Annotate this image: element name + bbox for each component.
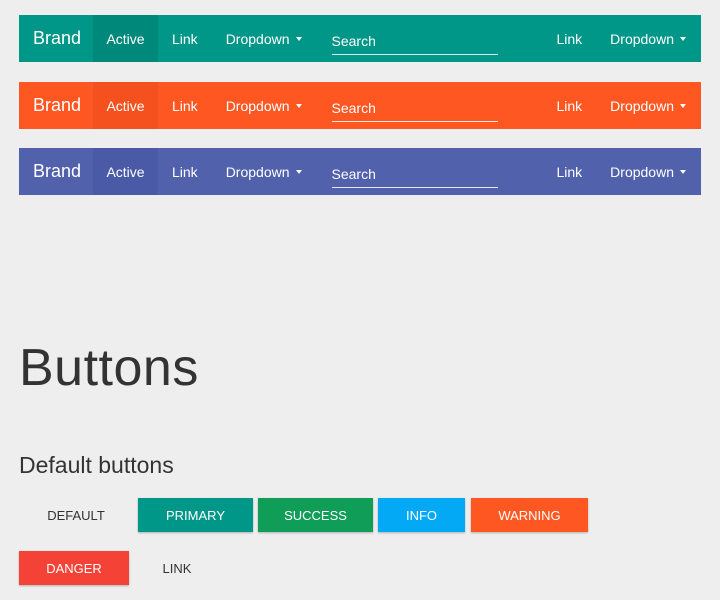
search-input[interactable]	[331, 161, 498, 188]
chevron-down-icon	[295, 37, 302, 41]
success-button[interactable]: Success	[258, 498, 373, 532]
nav-item-dropdown[interactable]: Dropdown	[212, 15, 316, 62]
nav-item-link[interactable]: Link	[158, 82, 212, 129]
nav-item-dropdown[interactable]: Dropdown	[212, 148, 316, 195]
nav-item-active[interactable]: Active	[93, 82, 158, 129]
navbar-search	[331, 148, 498, 195]
nav-dropdown-label: Dropdown	[610, 97, 674, 114]
search-input[interactable]	[331, 28, 498, 55]
chevron-down-icon	[295, 170, 302, 174]
search-input[interactable]	[331, 95, 498, 122]
nav-item-active[interactable]: Active	[93, 15, 158, 62]
nav-item-link[interactable]: Link	[158, 15, 212, 62]
nav-item-active[interactable]: Active	[93, 148, 158, 195]
default-button[interactable]: Default	[19, 498, 133, 532]
nav-dropdown-label: Dropdown	[225, 30, 290, 47]
navbar-brand[interactable]: Brand	[19, 15, 93, 62]
navbar-orange: Brand Active Link Dropdown Link Dropdown	[19, 82, 701, 129]
nav-dropdown-label: Dropdown	[610, 30, 674, 47]
nav-item-right-dropdown[interactable]: Dropdown	[596, 15, 701, 62]
navbar-spacer	[498, 148, 543, 195]
nav-item-dropdown[interactable]: Dropdown	[212, 82, 316, 129]
page: Brand Active Link Dropdown Link Dropdown…	[0, 0, 720, 600]
danger-button[interactable]: Danger	[19, 551, 129, 585]
nav-dropdown-label: Dropdown	[610, 163, 674, 180]
subsection-title: Default buttons	[19, 452, 174, 478]
navbar-teal: Brand Active Link Dropdown Link Dropdown	[19, 15, 701, 62]
link-button[interactable]: Link	[135, 551, 219, 585]
navbar-spacer	[498, 82, 543, 129]
nav-item-right-dropdown[interactable]: Dropdown	[596, 148, 701, 195]
navbar-search	[331, 82, 498, 129]
nav-dropdown-label: Dropdown	[225, 163, 290, 180]
chevron-down-icon	[295, 104, 302, 108]
navbar-indigo: Brand Active Link Dropdown Link Dropdown	[19, 148, 701, 195]
navbar-brand[interactable]: Brand	[19, 82, 93, 129]
nav-item-right-dropdown[interactable]: Dropdown	[596, 82, 701, 129]
chevron-down-icon	[680, 37, 686, 41]
nav-item-right-link[interactable]: Link	[542, 15, 596, 62]
nav-item-right-link[interactable]: Link	[542, 82, 596, 129]
primary-button[interactable]: Primary	[138, 498, 253, 532]
navbar-search	[331, 15, 498, 62]
warning-button[interactable]: Warning	[471, 498, 588, 532]
chevron-down-icon	[680, 170, 686, 174]
nav-item-right-link[interactable]: Link	[542, 148, 596, 195]
nav-item-link[interactable]: Link	[158, 148, 212, 195]
nav-dropdown-label: Dropdown	[225, 97, 290, 114]
chevron-down-icon	[680, 104, 686, 108]
section-title: Buttons	[19, 339, 199, 397]
info-button[interactable]: Info	[378, 498, 465, 532]
navbar-spacer	[498, 15, 543, 62]
navbar-brand[interactable]: Brand	[19, 148, 93, 195]
